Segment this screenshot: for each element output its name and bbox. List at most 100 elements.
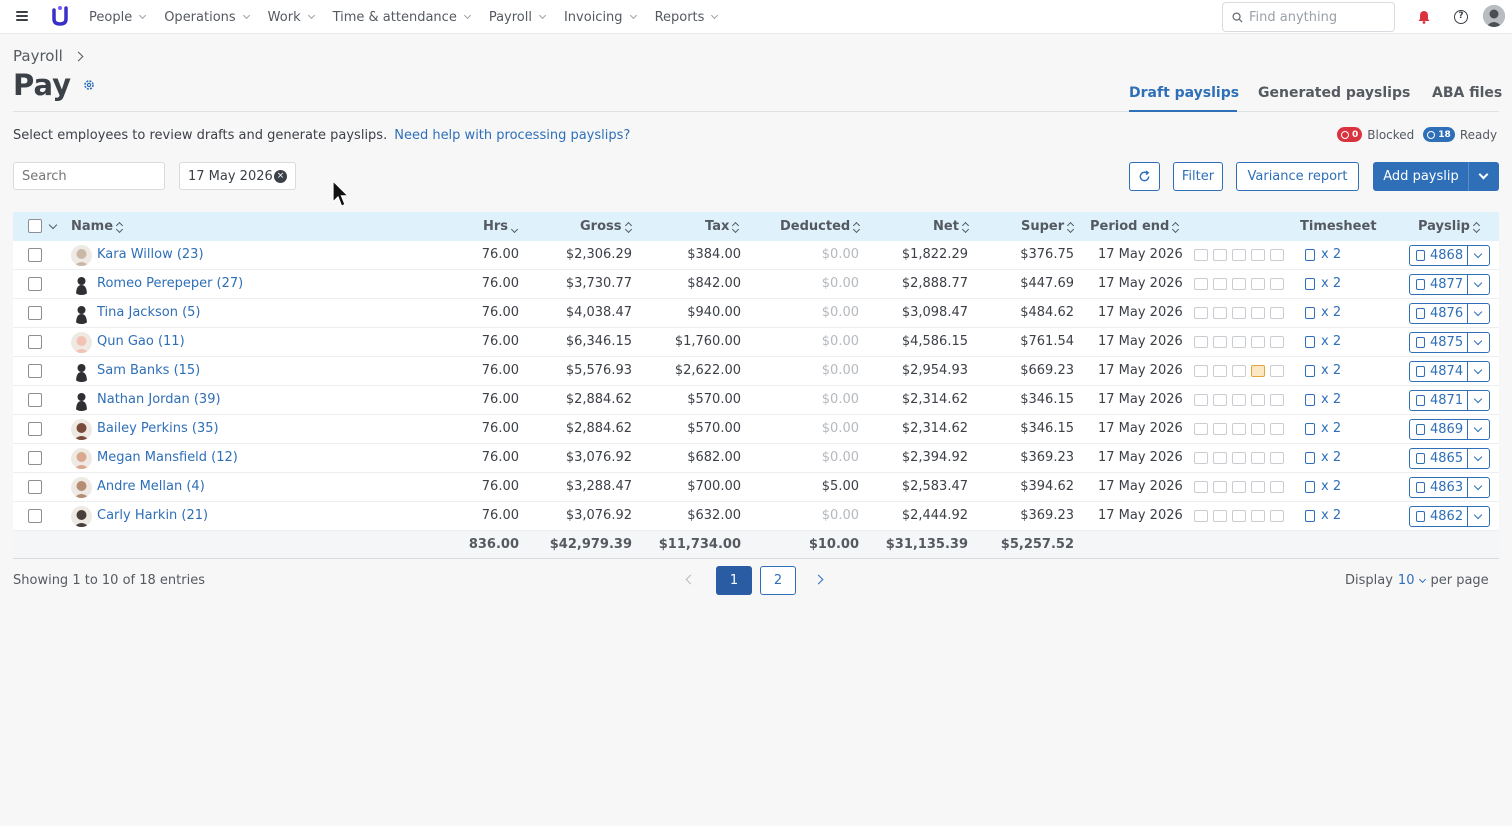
chevron-right-icon[interactable]: [813, 574, 824, 585]
add-payslip-button[interactable]: Add payslip: [1373, 162, 1469, 191]
document-icon[interactable]: [1270, 481, 1284, 493]
col-net[interactable]: Net: [933, 212, 969, 241]
notification-bell-icon[interactable]: [1417, 10, 1431, 24]
leave-icon[interactable]: [1213, 249, 1227, 261]
leave-icon[interactable]: [1213, 394, 1227, 406]
col-name[interactable]: Name: [71, 212, 123, 241]
timesheet-link[interactable]: x 2: [1305, 270, 1341, 298]
gear-icon[interactable]: [83, 79, 95, 91]
document-icon[interactable]: [1270, 394, 1284, 406]
payslip-dropdown[interactable]: [1467, 478, 1489, 497]
comment-icon[interactable]: [1194, 278, 1208, 290]
employee-icon[interactable]: [1232, 249, 1246, 261]
employee-name-link[interactable]: Kara Willow (23): [97, 241, 204, 269]
tab-draft-payslips[interactable]: Draft payslips: [1129, 85, 1239, 101]
employee-name-link[interactable]: Romeo Perepeper (27): [97, 270, 243, 298]
payslip-number[interactable]: 4876: [1410, 304, 1467, 323]
payslip-button[interactable]: 4875: [1409, 332, 1490, 353]
search-input[interactable]: [13, 162, 165, 190]
leave-icon[interactable]: [1213, 336, 1227, 348]
payslip-button[interactable]: 4871: [1409, 390, 1490, 411]
leave-icon[interactable]: [1213, 423, 1227, 435]
row-checkbox[interactable]: [28, 393, 42, 407]
document-icon[interactable]: [1270, 365, 1284, 377]
payslip-number[interactable]: 4877: [1410, 275, 1467, 294]
bank-icon[interactable]: [1251, 481, 1265, 493]
payslip-number[interactable]: 4868: [1410, 246, 1467, 265]
col-tax[interactable]: Tax: [705, 212, 739, 241]
comment-icon[interactable]: [1194, 336, 1208, 348]
employee-icon[interactable]: [1232, 423, 1246, 435]
row-checkbox[interactable]: [28, 335, 42, 349]
filter-button[interactable]: Filter: [1173, 162, 1223, 191]
leave-icon[interactable]: [1213, 452, 1227, 464]
employee-icon[interactable]: [1232, 452, 1246, 464]
breadcrumb-payroll[interactable]: Payroll: [13, 47, 63, 65]
row-checkbox[interactable]: [28, 509, 42, 523]
employee-name-link[interactable]: Bailey Perkins (35): [97, 415, 219, 443]
comment-icon[interactable]: [1194, 307, 1208, 319]
global-search-input[interactable]: Find anything: [1222, 2, 1395, 32]
comment-icon[interactable]: [1194, 365, 1208, 377]
timesheet-link[interactable]: x 2: [1305, 299, 1341, 327]
employee-name-link[interactable]: Megan Mansfield (12): [97, 444, 238, 472]
payslip-dropdown[interactable]: [1467, 246, 1489, 265]
timesheet-link[interactable]: x 2: [1305, 386, 1341, 414]
tab-aba-files[interactable]: ABA files: [1432, 85, 1502, 101]
select-all-checkbox[interactable]: [28, 219, 42, 233]
chevron-down-icon[interactable]: [48, 220, 58, 230]
comment-icon[interactable]: [1194, 394, 1208, 406]
col-gross[interactable]: Gross: [580, 212, 632, 241]
document-icon[interactable]: [1270, 510, 1284, 522]
payslip-number[interactable]: 4862: [1410, 507, 1467, 526]
blocked-badge[interactable]: 0: [1337, 127, 1363, 142]
employee-icon[interactable]: [1232, 336, 1246, 348]
timesheet-link[interactable]: x 2: [1305, 357, 1341, 385]
row-checkbox[interactable]: [28, 277, 42, 291]
row-checkbox[interactable]: [28, 480, 42, 494]
tab-generated-payslips[interactable]: Generated payslips: [1258, 85, 1410, 101]
payslip-number[interactable]: 4871: [1410, 391, 1467, 410]
comment-icon[interactable]: [1194, 423, 1208, 435]
bank-icon[interactable]: [1251, 365, 1265, 377]
bank-icon[interactable]: [1251, 249, 1265, 261]
help-icon[interactable]: ?: [1454, 10, 1468, 24]
timesheet-link[interactable]: x 2: [1305, 328, 1341, 356]
employee-name-link[interactable]: Nathan Jordan (39): [97, 386, 221, 414]
col-super[interactable]: Super: [1021, 212, 1074, 241]
timesheet-link[interactable]: x 2: [1305, 444, 1341, 472]
employee-icon[interactable]: [1232, 307, 1246, 319]
payslip-dropdown[interactable]: [1467, 420, 1489, 439]
leave-icon[interactable]: [1213, 481, 1227, 493]
nav-reports[interactable]: Reports: [655, 10, 719, 25]
bank-icon[interactable]: [1251, 336, 1265, 348]
timesheet-link[interactable]: x 2: [1305, 241, 1341, 269]
payslip-button[interactable]: 4862: [1409, 506, 1490, 527]
employee-name-link[interactable]: Carly Harkin (21): [97, 502, 208, 530]
employee-icon[interactable]: [1232, 394, 1246, 406]
payslip-dropdown[interactable]: [1467, 304, 1489, 323]
bank-icon[interactable]: [1251, 423, 1265, 435]
payslip-number[interactable]: 4874: [1410, 362, 1467, 381]
col-period-end[interactable]: Period end: [1090, 212, 1179, 241]
bank-icon[interactable]: [1251, 510, 1265, 522]
page-button-1[interactable]: 1: [716, 566, 752, 595]
app-logo[interactable]: [50, 4, 70, 28]
document-icon[interactable]: [1270, 452, 1284, 464]
bank-icon[interactable]: [1251, 394, 1265, 406]
document-icon[interactable]: [1270, 336, 1284, 348]
row-checkbox[interactable]: [28, 364, 42, 378]
document-icon[interactable]: [1270, 307, 1284, 319]
row-checkbox[interactable]: [28, 306, 42, 320]
document-icon[interactable]: [1270, 423, 1284, 435]
employee-icon[interactable]: [1232, 365, 1246, 377]
bank-icon[interactable]: [1251, 307, 1265, 319]
bank-icon[interactable]: [1251, 278, 1265, 290]
leave-icon[interactable]: [1213, 307, 1227, 319]
payslip-number[interactable]: 4865: [1410, 449, 1467, 468]
payslip-dropdown[interactable]: [1467, 333, 1489, 352]
nav-time-attendance[interactable]: Time & attendance: [333, 10, 471, 25]
row-checkbox[interactable]: [28, 451, 42, 465]
nav-people[interactable]: People: [89, 10, 147, 25]
payslip-button[interactable]: 4868: [1409, 245, 1490, 266]
